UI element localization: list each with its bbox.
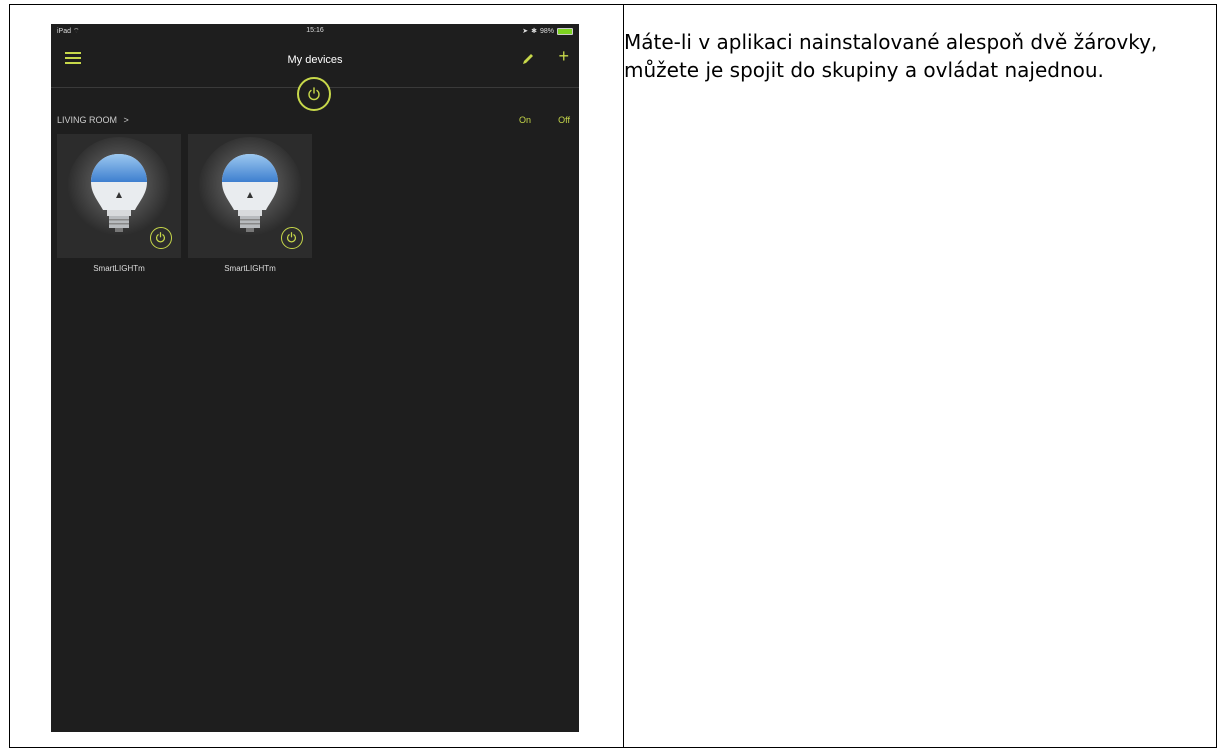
- battery-fill: [558, 28, 572, 34]
- instruction-text: Máte-li v aplikaci nainstalované alespoň…: [624, 30, 1158, 82]
- app-screenshot: iPad ⌔ 15:16 ➤ ✱ 98% My devices + LIVING…: [51, 24, 579, 732]
- device-name: SmartLIGHTm: [224, 264, 276, 273]
- battery-icon: [557, 27, 573, 35]
- power-icon: [308, 87, 320, 101]
- group-header-living-room[interactable]: LIVING ROOM >: [57, 115, 129, 125]
- group-off-button[interactable]: Off: [558, 115, 570, 125]
- device-tile[interactable]: [188, 134, 312, 258]
- pencil-icon: [523, 54, 533, 64]
- plus-icon: +: [558, 46, 569, 66]
- master-power-button[interactable]: [297, 77, 331, 111]
- device-name: SmartLIGHTm: [93, 264, 145, 273]
- status-time: 15:16: [306, 27, 324, 34]
- chevron-right-icon: >: [123, 115, 129, 125]
- add-button[interactable]: +: [558, 46, 569, 66]
- device-power-button[interactable]: [281, 227, 303, 249]
- power-icon: [155, 232, 166, 243]
- page-title: My devices: [287, 54, 343, 66]
- battery-percent: 98%: [539, 27, 554, 35]
- table-divider: [623, 5, 624, 747]
- device-tile[interactable]: [57, 134, 181, 258]
- status-bar: iPad ⌔ 15:16 ➤ ✱ 98%: [51, 24, 579, 38]
- status-right: ➤ ✱ 98%: [522, 27, 573, 35]
- bluetooth-icon: ✱: [531, 28, 537, 35]
- edit-button[interactable]: [521, 52, 535, 66]
- group-name: LIVING ROOM: [57, 115, 118, 125]
- location-icon: ➤: [522, 28, 529, 35]
- device-power-button[interactable]: [150, 227, 172, 249]
- group-on-button[interactable]: On: [519, 115, 531, 125]
- power-icon: [286, 232, 297, 243]
